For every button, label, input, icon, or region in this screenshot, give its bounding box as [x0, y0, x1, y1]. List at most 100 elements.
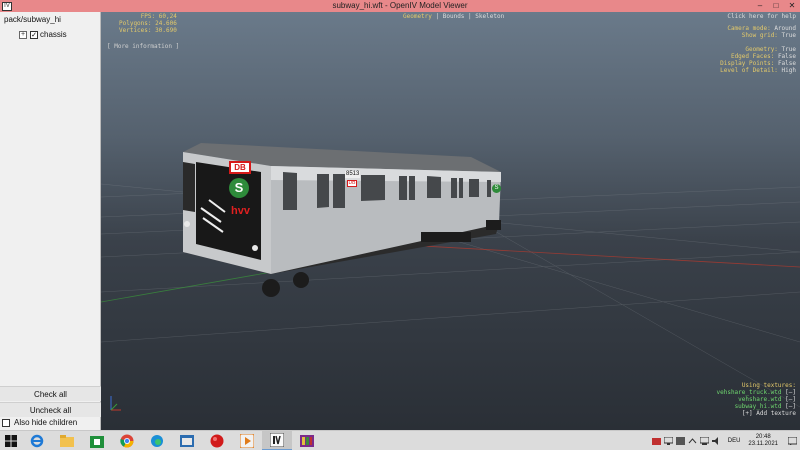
display-points-value[interactable]: False [778, 60, 796, 67]
tab-bounds[interactable]: Bounds [443, 13, 465, 20]
edged-faces-label: Edged Faces: [730, 53, 775, 60]
expand-icon[interactable]: + [19, 30, 27, 39]
more-information-link[interactable]: [ More information ] [107, 43, 179, 50]
volume-icon[interactable] [711, 437, 721, 445]
media-player-icon [240, 433, 254, 448]
db-logo: DB [229, 161, 251, 174]
language-indicator[interactable]: DEU [728, 438, 741, 444]
title-bar: IV subway_hi.wft - OpenIV Model Viewer –… [0, 0, 800, 12]
add-texture-button[interactable]: [+] Add texture [742, 410, 796, 417]
taskbar-winrar[interactable] [292, 431, 322, 450]
winrar-icon [300, 434, 314, 447]
tree-item-chassis[interactable]: + ✓ chassis [19, 30, 67, 39]
clock-time: 20:48 [755, 434, 771, 440]
show-grid-label: Show grid: [741, 32, 778, 39]
scene-canvas [101, 143, 800, 408]
openiv-icon [270, 432, 284, 447]
car-number: 8513 [345, 171, 361, 178]
edged-faces-value[interactable]: False [778, 53, 796, 60]
folder-icon [60, 434, 74, 447]
camera-mode-label: Camera mode: [727, 25, 771, 32]
model-viewport[interactable]: DB S hvv 8513 DB S FPS: 60,24 Polygons: … [101, 12, 800, 430]
fps-label: FPS: [140, 13, 156, 20]
tray-monitor-icon[interactable] [663, 437, 673, 445]
stats-overlay: FPS: 60,24 Polygons: 24.606 Vertices: 30… [119, 13, 177, 34]
chrome-icon [120, 434, 134, 447]
textures-title: Using textures: [741, 382, 796, 389]
system-tray: DEU 20:48 23.11.2021 [651, 431, 800, 450]
uncheck-all-button[interactable]: Uncheck all [0, 402, 101, 417]
start-button[interactable] [0, 431, 22, 450]
taskbar-openiv[interactable] [262, 430, 292, 450]
windows-icon [5, 434, 17, 447]
remove-texture-button[interactable]: [–] [785, 403, 796, 410]
also-hide-children-label: Also hide children [14, 418, 78, 427]
internet-explorer-icon [30, 434, 44, 447]
remove-texture-button[interactable]: [–] [785, 389, 796, 396]
red-circle-icon [210, 434, 224, 447]
remove-texture-button[interactable]: [–] [785, 396, 796, 403]
tree-item-label: chassis [40, 30, 67, 39]
network-icon[interactable] [699, 437, 709, 445]
geometry-label: Geometry: [745, 46, 778, 53]
tree-root[interactable]: pack/subway_hi [4, 15, 61, 24]
edge-icon [151, 434, 163, 447]
chassis-checkbox[interactable]: ✓ [30, 30, 38, 39]
window-app-icon [180, 434, 194, 447]
help-link[interactable]: Click here for help [727, 13, 796, 20]
taskbar-app-7[interactable] [202, 431, 232, 450]
store-icon [90, 435, 104, 448]
model-tree-panel: pack/subway_hi + ✓ chassis Check all Unc… [0, 12, 101, 430]
taskbar-app-6[interactable] [172, 431, 202, 450]
texture-name: vehshare.wtd [738, 396, 782, 403]
route-sign: S [492, 184, 501, 193]
tray-alert-icon[interactable] [651, 437, 661, 445]
taskbar-store[interactable] [82, 431, 112, 450]
tab-skeleton[interactable]: Skeleton [475, 13, 504, 20]
axis-gizmo-icon [110, 396, 121, 411]
also-hide-children-option[interactable]: Also hide children [2, 418, 77, 427]
level-of-detail-label: Level of Detail: [720, 67, 778, 74]
taskbar-ie[interactable] [22, 431, 52, 450]
level-of-detail-value[interactable]: High [782, 67, 796, 74]
fps-value: 60,24 [158, 13, 177, 20]
clock-date: 23.11.2021 [748, 441, 778, 447]
vertices-value: 30.690 [155, 27, 177, 34]
texture-name: vehshare_truck.wtd [716, 389, 782, 396]
settings-overlay: Camera mode: Around Show grid: True Geom… [720, 25, 796, 74]
clock[interactable]: 20:48 23.11.2021 [748, 434, 778, 448]
textures-overlay: Using textures: vehshare_truck.wtd [–] v… [717, 382, 797, 417]
taskbar-chrome[interactable] [112, 431, 142, 450]
taskbar-edge[interactable] [142, 431, 172, 450]
texture-name: subway_hi.wtd [734, 403, 782, 410]
also-hide-children-checkbox[interactable] [2, 418, 10, 427]
db-small-logo: DB [347, 180, 357, 187]
taskbar-explorer[interactable] [52, 431, 82, 450]
show-grid-value[interactable]: True [782, 32, 796, 39]
tab-geometry[interactable]: Geometry [403, 13, 432, 20]
close-button[interactable]: ✕ [784, 0, 800, 12]
texture-item: vehshare_truck.wtd [–] [717, 389, 797, 396]
hvv-logo: hvv [231, 205, 250, 217]
maximize-button[interactable]: □ [768, 0, 784, 12]
notification-icon[interactable] [788, 437, 797, 445]
texture-item: vehshare.wtd [–] [738, 396, 796, 403]
taskbar-media[interactable] [232, 431, 262, 450]
polygons-label: Polygons: [119, 20, 152, 27]
tree-root-label: pack/subway_hi [4, 15, 61, 24]
display-points-label: Display Points: [720, 60, 775, 67]
s-bahn-sign: S [229, 178, 249, 198]
window-title: subway_hi.wft - OpenIV Model Viewer [332, 1, 468, 10]
taskbar: DEU 20:48 23.11.2021 [0, 430, 800, 450]
chevron-up-icon[interactable] [688, 437, 697, 445]
geometry-value[interactable]: True [782, 46, 796, 53]
check-all-button[interactable]: Check all [0, 386, 101, 401]
camera-mode-value[interactable]: Around [774, 25, 796, 32]
texture-item: subway_hi.wtd [–] [735, 403, 796, 410]
minimize-button[interactable]: – [752, 0, 768, 12]
view-tabs: Geometry | Bounds | Skeleton [403, 13, 505, 20]
window-controls: – □ ✕ [752, 0, 800, 12]
polygons-value: 24.606 [155, 20, 177, 27]
vertices-label: Vertices: [119, 27, 152, 34]
tray-app-icon[interactable] [675, 437, 685, 445]
